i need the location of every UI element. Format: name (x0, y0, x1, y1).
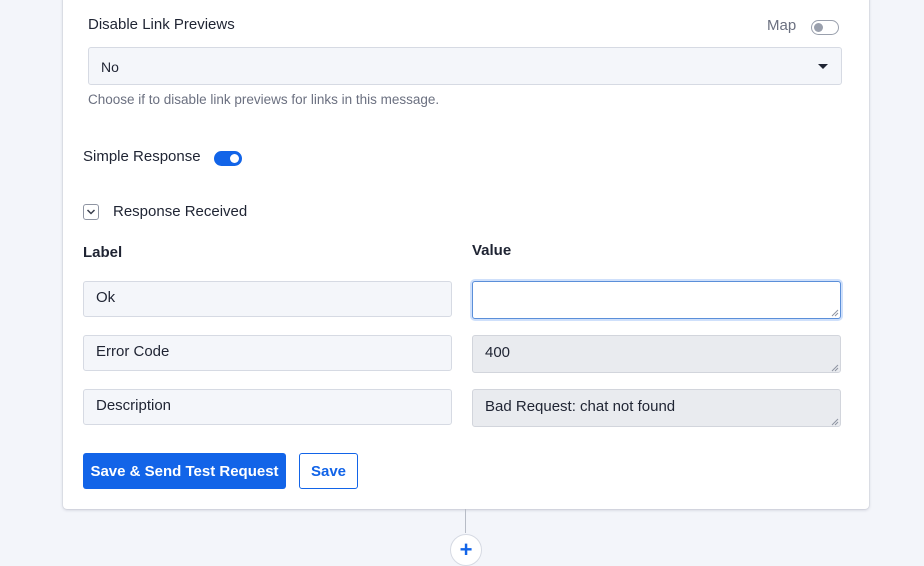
toggle-knob (814, 23, 823, 32)
simple-response-toggle[interactable] (214, 151, 242, 166)
disable-link-previews-select[interactable]: No (88, 47, 842, 85)
resize-grip-icon[interactable] (831, 364, 839, 372)
label-column-header: Label (83, 244, 123, 261)
resize-grip-icon[interactable] (831, 418, 839, 426)
add-step-button[interactable]: + (450, 534, 482, 566)
step-connector-line (465, 509, 466, 533)
help-text: Choose if to disable link previews for l… (88, 92, 440, 107)
response-received-label: Response Received (113, 203, 248, 220)
label-field-description[interactable]: Description (83, 389, 452, 425)
response-received-collapse-toggle[interactable] (83, 204, 99, 220)
value-field-description: Bad Request: chat not found (472, 389, 841, 427)
caret-down-icon (818, 64, 828, 69)
map-toggle[interactable] (811, 20, 839, 35)
chevron-down-icon (86, 209, 96, 215)
value-field-ok[interactable] (472, 281, 841, 319)
select-value: No (101, 59, 119, 75)
value-field-error-code: 400 (472, 335, 841, 373)
simple-response-label: Simple Response (83, 148, 201, 165)
plus-icon: + (459, 537, 473, 562)
value-column-header: Value (472, 242, 512, 259)
label-field-ok[interactable]: Ok (83, 281, 452, 317)
resize-grip-icon[interactable] (831, 309, 839, 317)
disable-link-previews-title: Disable Link Previews (88, 16, 235, 33)
toggle-knob (230, 154, 239, 163)
save-button[interactable]: Save (299, 453, 358, 489)
label-field-error-code[interactable]: Error Code (83, 335, 452, 371)
map-label: Map (767, 17, 797, 34)
save-and-send-test-request-button[interactable]: Save & Send Test Request (83, 453, 286, 489)
